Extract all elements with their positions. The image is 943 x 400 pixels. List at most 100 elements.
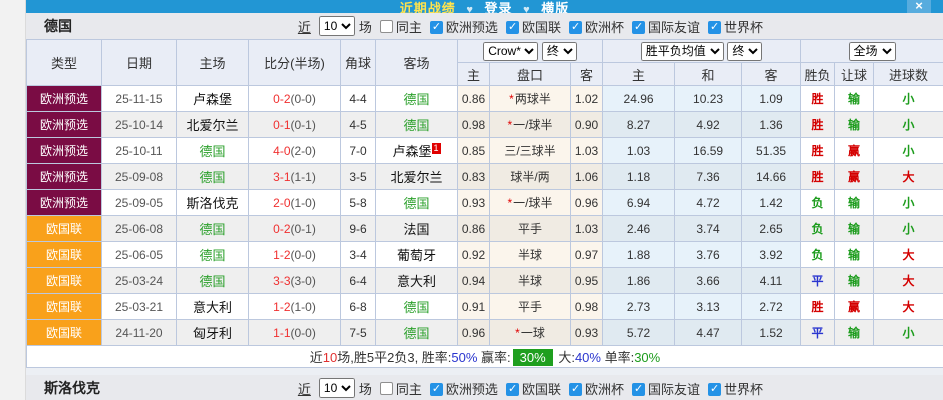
germany-filter-bar: 德国 近 10 场 同主 欧洲预选 欧国联 欧洲杯 国际友谊 世界杯: [26, 13, 943, 39]
cell-home-team: 德国: [176, 137, 249, 164]
header-avg-draw: 和: [674, 62, 743, 86]
competition-checkbox-国际友谊[interactable]: [631, 382, 645, 396]
cell-league: 欧洲预选: [26, 137, 102, 164]
header-handicap: 盘口: [489, 62, 571, 86]
competition-checkbox-欧国联[interactable]: [505, 20, 519, 34]
red-card-badge: 1: [431, 142, 441, 154]
cell-league: 欧国联: [26, 241, 102, 268]
heart-icon: ♥: [466, 4, 474, 13]
cell-score: 0-1(0-1): [248, 111, 341, 138]
matches-count-select-2[interactable]: 10: [318, 378, 355, 398]
competition-checkbox-国际友谊[interactable]: [631, 20, 645, 34]
competition-checkbox-世界杯[interactable]: [707, 382, 721, 396]
cell-date: 24-11-20: [101, 319, 177, 346]
competition-label: 世界杯: [723, 19, 763, 35]
cell-league: 欧国联: [26, 293, 102, 320]
cell-corners: 3-4: [340, 241, 376, 268]
close-button[interactable]: ×: [907, 0, 931, 13]
cell-goals: 小: [873, 137, 943, 164]
cell-odds-away: 0.90: [569, 111, 604, 138]
cell-result: 平: [800, 319, 836, 346]
cell-avg-draw: 16.59: [674, 137, 743, 164]
cell-home-team: 意大利: [176, 293, 249, 320]
filter-controls-2: 近 10 场 同主 欧洲预选 欧国联 欧洲杯 国际友谊 世界杯: [298, 378, 763, 398]
scope-select[interactable]: 全场: [848, 41, 896, 61]
competition-checkbox-欧国联[interactable]: [505, 382, 519, 396]
cell-date: 25-09-05: [101, 189, 177, 216]
cell-league: 欧国联: [26, 267, 102, 294]
cell-avg-win: 1.03: [602, 137, 676, 164]
bookmaker-select[interactable]: Crow*: [483, 41, 539, 61]
cell-score: 4-0(2-0): [248, 137, 341, 164]
cell-avg-lose: 51.35: [741, 137, 802, 164]
match-row: 欧洲预选 25-09-08 德国 3-1(1-1) 3-5 北爱尔兰 0.83 球半/两 1.0…: [26, 163, 943, 190]
summary-text: 近10场,胜5平2负3, 胜率:50% 赢率: 30% 大:40% 单率:30%: [25, 345, 943, 368]
header-type: 类型: [26, 39, 102, 86]
cell-odds-away: 0.97: [569, 241, 604, 268]
cell-odds-away: 0.93: [569, 319, 604, 346]
cell-avg-win: 1.88: [602, 241, 676, 268]
bookmaker-period-select[interactable]: 终: [541, 41, 577, 61]
matches-count-select[interactable]: 10: [318, 16, 355, 36]
cell-corners: 4-4: [340, 85, 376, 112]
cell-handicap-result: 输: [834, 189, 875, 216]
competition-label: 欧国联: [521, 19, 561, 35]
avg-period-select[interactable]: 终: [727, 41, 763, 61]
cell-home-team: 北爱尔兰: [176, 111, 249, 138]
cell-avg-draw: 4.72: [674, 189, 743, 216]
recent-link-2[interactable]: 近: [298, 379, 311, 398]
cell-corners: 5-8: [340, 189, 376, 216]
cell-avg-draw: 3.76: [674, 241, 743, 268]
cell-avg-draw: 4.92: [674, 111, 743, 138]
cell-league: 欧洲预选: [26, 189, 102, 216]
cell-handicap-result: 输: [834, 111, 875, 138]
competition-checkbox-欧洲杯[interactable]: [568, 382, 582, 396]
recent-link[interactable]: 近: [298, 17, 311, 36]
cell-handicap-result: 赢: [834, 293, 875, 320]
cell-odds-home: 0.96: [457, 319, 490, 346]
cell-avg-draw: 10.23: [674, 85, 743, 112]
cell-result: 负: [800, 215, 836, 242]
cell-avg-lose: 1.36: [741, 111, 802, 138]
handicap-win-rate-badge: 30%: [512, 349, 553, 366]
header-home: 主场: [176, 39, 249, 86]
cell-avg-lose: 1.42: [741, 189, 802, 216]
competition-checkbox-欧洲杯[interactable]: [568, 20, 582, 34]
star-marker: *: [515, 326, 520, 340]
same-home-checkbox-2[interactable]: [379, 381, 393, 395]
cell-date: 25-06-05: [101, 241, 177, 268]
cell-away-team: 德国: [375, 111, 458, 138]
competition-checkbox-欧洲预选[interactable]: [429, 20, 443, 34]
competition-label: 欧洲预选: [445, 381, 498, 397]
match-row: 欧洲预选 25-10-11 德国 4-0(2-0) 7-0 卢森堡 1 0.85 三/三球半 1.…: [26, 137, 943, 164]
match-row: 欧洲预选 25-09-05 斯洛伐克 2-0(1-0) 5-8 德国 0.93 *一/球半 0.…: [26, 189, 943, 216]
layout-link[interactable]: 横版: [541, 1, 569, 13]
competition-checkbox-世界杯[interactable]: [707, 20, 721, 34]
same-home-label-2: 同主: [395, 381, 422, 397]
header-avg-win: 主: [602, 62, 676, 86]
cell-handicap: *两球半: [489, 85, 571, 112]
cell-date: 25-10-11: [101, 137, 177, 164]
cell-league: 欧国联: [26, 319, 102, 346]
cell-avg-win: 24.96: [602, 85, 676, 112]
cell-score: 1-1(0-0): [248, 319, 341, 346]
match-row: 欧洲预选 25-10-14 北爱尔兰 0-1(0-1) 4-5 德国 0.98 *一/球半 0.…: [26, 111, 943, 138]
same-home-checkbox[interactable]: [379, 19, 393, 33]
summary-row: 近10场,胜5平2负3, 胜率:50% 赢率: 30% 大:40% 单率:30%: [25, 345, 943, 368]
cell-avg-lose: 4.11: [741, 267, 802, 294]
cell-away-team: 意大利: [375, 267, 458, 294]
title-bar: 近期战绩 ♥ 登录 ♥ 横版 ×: [26, 0, 943, 13]
cell-league: 欧洲预选: [26, 111, 102, 138]
cell-odds-away: 0.98: [569, 293, 604, 320]
title-bar-text: 近期战绩 ♥ 登录 ♥ 横版: [26, 0, 943, 13]
login-link[interactable]: 登录: [484, 1, 512, 13]
cell-corners: 3-5: [340, 163, 376, 190]
cell-odds-home: 0.91: [457, 293, 490, 320]
cell-odds-away: 1.03: [569, 215, 604, 242]
match-row: 欧国联 25-06-08 德国 0-2(0-1) 9-6 法国 0.86 平手 1.03 2.46…: [26, 215, 943, 242]
avg-odds-group-header: 胜平负均值 终: [602, 39, 802, 63]
cell-avg-draw: 3.74: [674, 215, 743, 242]
avg-odds-select[interactable]: 胜平负均值: [640, 41, 724, 61]
header-score: 比分(半场): [248, 39, 341, 86]
competition-checkbox-欧洲预选[interactable]: [429, 382, 443, 396]
